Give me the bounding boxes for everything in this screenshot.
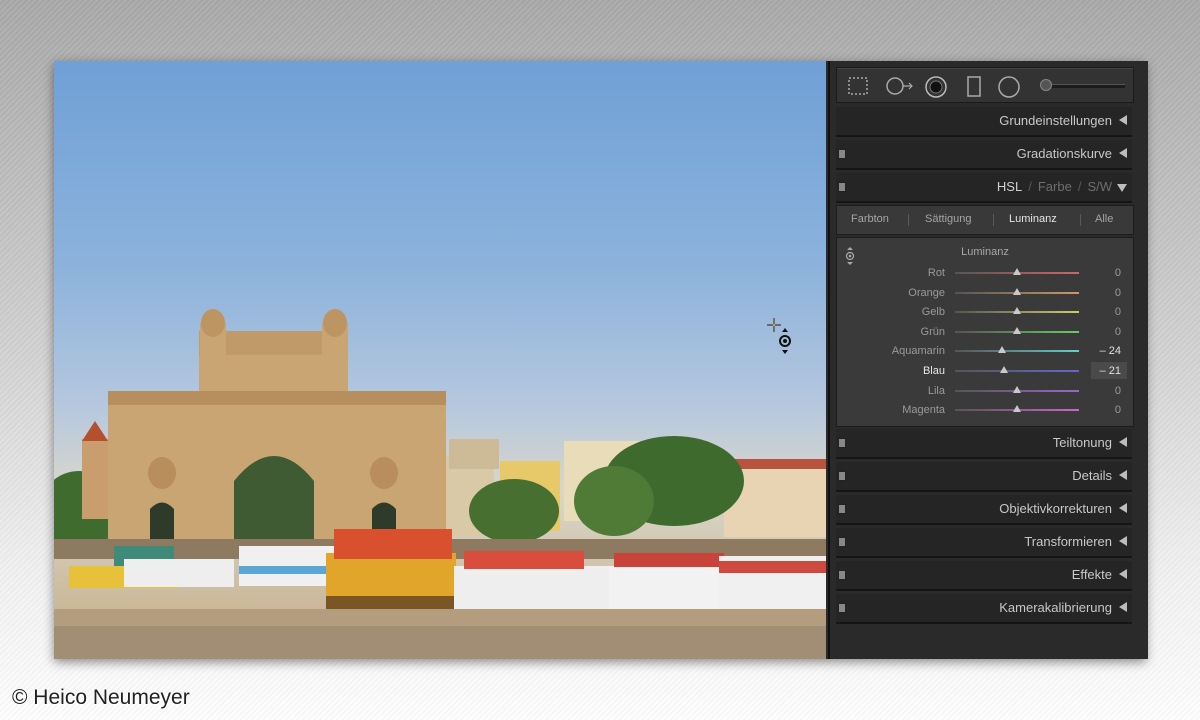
slider-row: Rot 0 (837, 264, 1133, 283)
collapse-arrow-icon[interactable] (1119, 536, 1127, 546)
hsl-mode-switcher: HSL / Farbe / S/W (997, 179, 1112, 194)
slider-label: Gelb (921, 306, 945, 319)
slider-label: Lila (927, 384, 945, 397)
slider-value[interactable]: 0 (1115, 287, 1121, 299)
slider-value[interactable]: – 21 (1100, 365, 1121, 377)
section-effekte[interactable]: Effekte (836, 561, 1132, 591)
slider-thumb[interactable] (1013, 385, 1021, 393)
collapse-arrow-icon[interactable] (1119, 148, 1127, 158)
slider-thumb[interactable] (1013, 405, 1021, 413)
slider-row: Gelb 0 (837, 303, 1133, 322)
slider-label: Orange (908, 286, 945, 299)
slider-label: Blau (922, 365, 945, 377)
adjustment-brush-icon[interactable] (1040, 79, 1052, 91)
slider-thumb[interactable] (998, 346, 1007, 354)
section-details[interactable]: Details (836, 462, 1132, 492)
section-kamerakalibrierung[interactable]: Kamerakalibrierung (836, 594, 1132, 624)
develop-right-panel: Grundeinstellungen Gradationskurve HSL / F… (828, 61, 1148, 659)
section-title: Gradationskurve (1016, 146, 1112, 161)
section-toggle-switch[interactable] (838, 570, 846, 580)
adjustment-brush-slider[interactable] (1045, 84, 1125, 88)
mode-separator: / (1077, 179, 1082, 194)
section-title: Grundeinstellungen (999, 113, 1112, 128)
crop-overlay-icon[interactable] (847, 76, 868, 96)
slider-value[interactable]: 0 (1115, 326, 1121, 338)
expand-arrow-icon[interactable] (1117, 184, 1127, 192)
collapse-arrow-icon[interactable] (1119, 569, 1127, 579)
section-teiltonung[interactable]: Teiltonung (836, 429, 1132, 459)
tab-farbton[interactable]: Farbton (851, 213, 889, 225)
graduated-filter-icon[interactable] (965, 76, 985, 97)
tab-saettigung[interactable]: Sättigung (925, 213, 971, 225)
tool-strip (836, 67, 1134, 103)
section-toggle-switch[interactable] (838, 438, 846, 448)
lightroom-window: Grundeinstellungen Gradationskurve HSL / F… (54, 61, 1148, 659)
hsl-tabs: Farbton Sättigung Luminanz Alle (836, 205, 1134, 235)
section-objektivkorrekturen[interactable]: Objektivkorrekturen (836, 495, 1132, 525)
slider-label: Rot (927, 267, 945, 279)
slider-row: Grün 0 (837, 323, 1133, 342)
photo-scene (54, 309, 826, 659)
section-gradationskurve[interactable]: Gradationskurve (836, 140, 1132, 170)
slider-track[interactable] (955, 350, 1079, 353)
tab-divider (1080, 214, 1081, 226)
slider-value[interactable]: 0 (1115, 306, 1121, 318)
slider-thumb[interactable] (999, 366, 1008, 373)
tab-divider (908, 214, 909, 226)
slider-row: Blau – 21 (837, 362, 1133, 381)
section-title: Transformieren (1024, 534, 1112, 549)
mode-farbe[interactable]: Farbe (1038, 179, 1072, 194)
section-toggle-switch[interactable] (838, 537, 846, 547)
section-title: Kamerakalibrierung (999, 600, 1112, 615)
collapse-arrow-icon[interactable] (1119, 115, 1127, 125)
slider-value[interactable]: 0 (1115, 404, 1121, 416)
section-title: Details (1072, 468, 1112, 483)
section-hsl[interactable]: HSL / Farbe / S/W (836, 173, 1132, 203)
collapse-arrow-icon[interactable] (1119, 503, 1127, 513)
slider-label: Magenta (902, 404, 945, 417)
slider-label: Aquamarin (891, 345, 945, 358)
section-title: Teiltonung (1052, 435, 1112, 450)
red-eye-icon[interactable] (925, 76, 947, 98)
slider-value[interactable]: – 24 (1100, 345, 1121, 357)
slider-row: Orange 0 (837, 284, 1133, 303)
slider-thumb[interactable] (1013, 326, 1021, 334)
slider-thumb[interactable] (1013, 268, 1021, 275)
slider-value[interactable]: 0 (1115, 385, 1121, 397)
section-toggle-switch[interactable] (838, 504, 846, 514)
section-toggle-switch[interactable] (838, 603, 846, 613)
collapse-arrow-icon[interactable] (1119, 470, 1127, 480)
slider-thumb[interactable] (1013, 287, 1021, 295)
section-grundeinstellungen[interactable]: Grundeinstellungen (836, 107, 1132, 137)
section-title: Effekte (1071, 567, 1112, 582)
mode-hsl[interactable]: HSL (997, 179, 1022, 194)
section-toggle-switch[interactable] (838, 471, 846, 481)
spot-removal-icon[interactable] (885, 76, 915, 96)
section-toggle-switch[interactable] (838, 149, 846, 159)
luminanz-sliders: Luminanz Rot 0 Orange 0 Gelb 0 Grün 0 Aquamarin –… (836, 237, 1134, 427)
tab-luminanz[interactable]: Luminanz (1009, 213, 1057, 225)
slider-label: Grün (920, 325, 945, 338)
slider-thumb[interactable] (1013, 307, 1021, 315)
slider-row: Lila 0 (837, 382, 1133, 401)
photo-preview[interactable] (54, 61, 826, 659)
section-title: Objektivkorrekturen (999, 501, 1112, 516)
mode-separator: / (1028, 179, 1032, 194)
tab-divider (993, 214, 994, 226)
section-transformieren[interactable]: Transformieren (836, 528, 1132, 558)
photo-credit: © Heico Neumeyer (12, 686, 190, 709)
slider-row: Aquamarin – 24 (837, 342, 1133, 361)
slider-track[interactable] (955, 370, 1079, 372)
collapse-arrow-icon[interactable] (1119, 437, 1127, 447)
radial-filter-icon[interactable] (997, 76, 1020, 98)
collapse-arrow-icon[interactable] (1119, 602, 1127, 612)
section-toggle-switch[interactable] (838, 182, 846, 192)
slider-group-title: Luminanz (961, 246, 1009, 258)
tab-alle[interactable]: Alle (1095, 213, 1113, 225)
mode-sw[interactable]: S/W (1087, 179, 1112, 194)
slider-value[interactable]: 0 (1115, 267, 1121, 279)
slider-row: Magenta 0 (837, 401, 1133, 420)
